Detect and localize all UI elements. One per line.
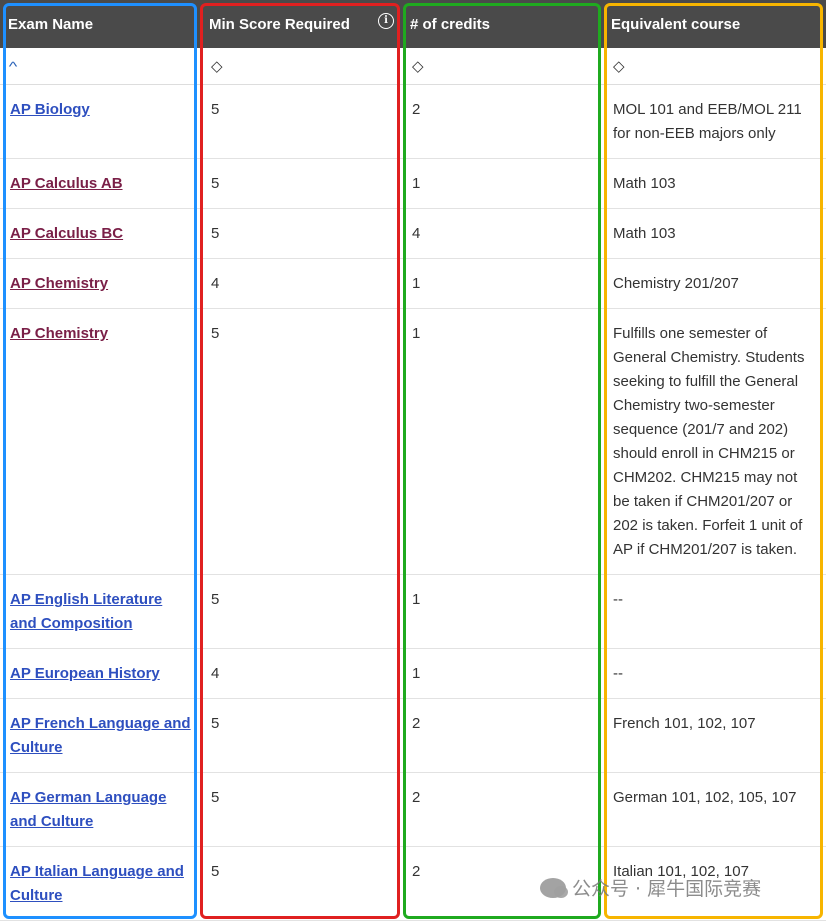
exam-link[interactable]: AP Calculus BC — [10, 225, 123, 242]
exam-link[interactable]: AP French Language and Culture — [10, 715, 191, 756]
exam-link[interactable]: AP European History — [10, 665, 160, 682]
wechat-icon — [540, 877, 568, 898]
credits-cell: 1 — [402, 308, 603, 575]
exam-cell: AP French Language and Culture — [0, 698, 201, 773]
min-score-cell: 5 — [201, 158, 402, 209]
header-min-score-label: Min Score Required — [209, 15, 350, 33]
credits-cell: 1 — [402, 574, 603, 649]
min-score-cell: 5 — [201, 772, 402, 847]
min-score-cell: 4 — [201, 258, 402, 309]
equivalent-course-cell: MOL 101 and EEB/MOL 211 for non-EEB majo… — [603, 84, 826, 159]
min-score-cell: 5 — [201, 574, 402, 649]
equivalent-course-cell: -- — [603, 648, 826, 699]
exam-link[interactable]: AP German Language and Culture — [10, 789, 166, 830]
exam-cell: AP Calculus AB — [0, 158, 201, 209]
table-row: AP Calculus AB 5 1 Math 103 — [0, 158, 826, 209]
header-credits-label: # of credits — [410, 15, 491, 33]
sort-ascending-icon[interactable]: ^ — [9, 59, 18, 74]
equivalent-course-cell: French 101, 102, 107 — [603, 698, 826, 773]
equivalent-course-cell: -- — [603, 574, 826, 649]
watermark: 公众号 · 犀牛国际竞赛 — [540, 874, 761, 901]
equivalent-course-cell: Math 103 — [603, 158, 826, 209]
table-row: AP English Literature and Composition 5 1-… — [0, 574, 826, 649]
exam-cell: AP Chemistry — [0, 258, 201, 309]
credits-cell: 2 — [402, 84, 603, 159]
header-equivalent-label: Equivalent course — [611, 15, 741, 33]
exam-cell: AP Calculus BC — [0, 208, 201, 259]
sort-cell-equivalent: ◇ — [603, 48, 826, 85]
exam-link[interactable]: AP Calculus AB — [10, 175, 123, 192]
table-row: AP Chemistry 4 1 Chemistry 201/207 — [0, 258, 826, 309]
exam-link[interactable]: AP English Literature and Composition — [10, 591, 162, 632]
min-score-cell: 5 — [201, 846, 402, 921]
min-score-cell: 5 — [201, 308, 402, 575]
watermark-text: 公众号 · 犀牛国际竞赛 — [572, 878, 762, 900]
exam-link[interactable]: AP Italian Language and Culture — [10, 863, 184, 904]
credits-cell: 1 — [402, 158, 603, 209]
table-row: AP Biology 5 2 MOL 101 and EEB/MOL 211 for … — [0, 84, 826, 159]
header-min-score[interactable]: Min Score Required i — [201, 0, 402, 48]
credits-cell: 1 — [402, 258, 603, 309]
header-exam-name[interactable]: Exam Name — [0, 0, 201, 48]
sort-row: ^ ◇ ◇ ◇ — [0, 48, 826, 85]
min-score-cell: 4 — [201, 648, 402, 699]
credits-cell: 2 — [402, 698, 603, 773]
sort-unsorted-icon[interactable]: ◇ — [211, 58, 223, 75]
ap-credit-table: Exam Name Min Score Required i # of credi… — [0, 0, 826, 921]
sort-cell-score: ◇ — [201, 48, 402, 85]
exam-cell: AP German Language and Culture — [0, 772, 201, 847]
sort-cell-credits: ◇ — [402, 48, 603, 85]
equivalent-course-cell: German 101, 102, 105, 107 — [603, 772, 826, 847]
sort-unsorted-icon[interactable]: ◇ — [613, 58, 625, 75]
credits-cell: 4 — [402, 208, 603, 259]
header-equivalent[interactable]: Equivalent course — [603, 0, 826, 48]
exam-cell: AP Biology — [0, 84, 201, 159]
sort-unsorted-icon[interactable]: ◇ — [412, 58, 424, 75]
table-row: AP French Language and Culture 5 2 French 1… — [0, 698, 826, 773]
equivalent-course-cell: Fulfills one semester of General Chemist… — [603, 308, 826, 575]
header-exam-name-label: Exam Name — [8, 15, 94, 33]
exam-link[interactable]: AP Chemistry — [10, 325, 108, 342]
equivalent-course-cell: Math 103 — [603, 208, 826, 259]
info-icon[interactable]: i — [378, 13, 394, 29]
exam-cell: AP Italian Language and Culture — [0, 846, 201, 921]
exam-cell: AP English Literature and Composition — [0, 574, 201, 649]
table-row: AP German Language and Culture 5 2 German 1… — [0, 772, 826, 847]
exam-cell: AP Chemistry — [0, 308, 201, 575]
min-score-cell: 5 — [201, 208, 402, 259]
min-score-cell: 5 — [201, 84, 402, 159]
header-credits[interactable]: # of credits — [402, 0, 603, 48]
table-row: AP European History 4 1 -- — [0, 648, 826, 699]
exam-cell: AP European History — [0, 648, 201, 699]
credits-cell: 2 — [402, 772, 603, 847]
exam-link[interactable]: AP Chemistry — [10, 275, 108, 292]
exam-link[interactable]: AP Biology — [10, 101, 90, 118]
table-row: AP Chemistry 5 1 Fulfills one semester of G… — [0, 308, 826, 575]
sort-cell-exam: ^ — [0, 48, 201, 85]
credits-cell: 1 — [402, 648, 603, 699]
min-score-cell: 5 — [201, 698, 402, 773]
header-row: Exam Name Min Score Required i # of credi… — [0, 0, 826, 48]
equivalent-course-cell: Chemistry 201/207 — [603, 258, 826, 309]
table-row: AP Calculus BC 5 4 Math 103 — [0, 208, 826, 259]
